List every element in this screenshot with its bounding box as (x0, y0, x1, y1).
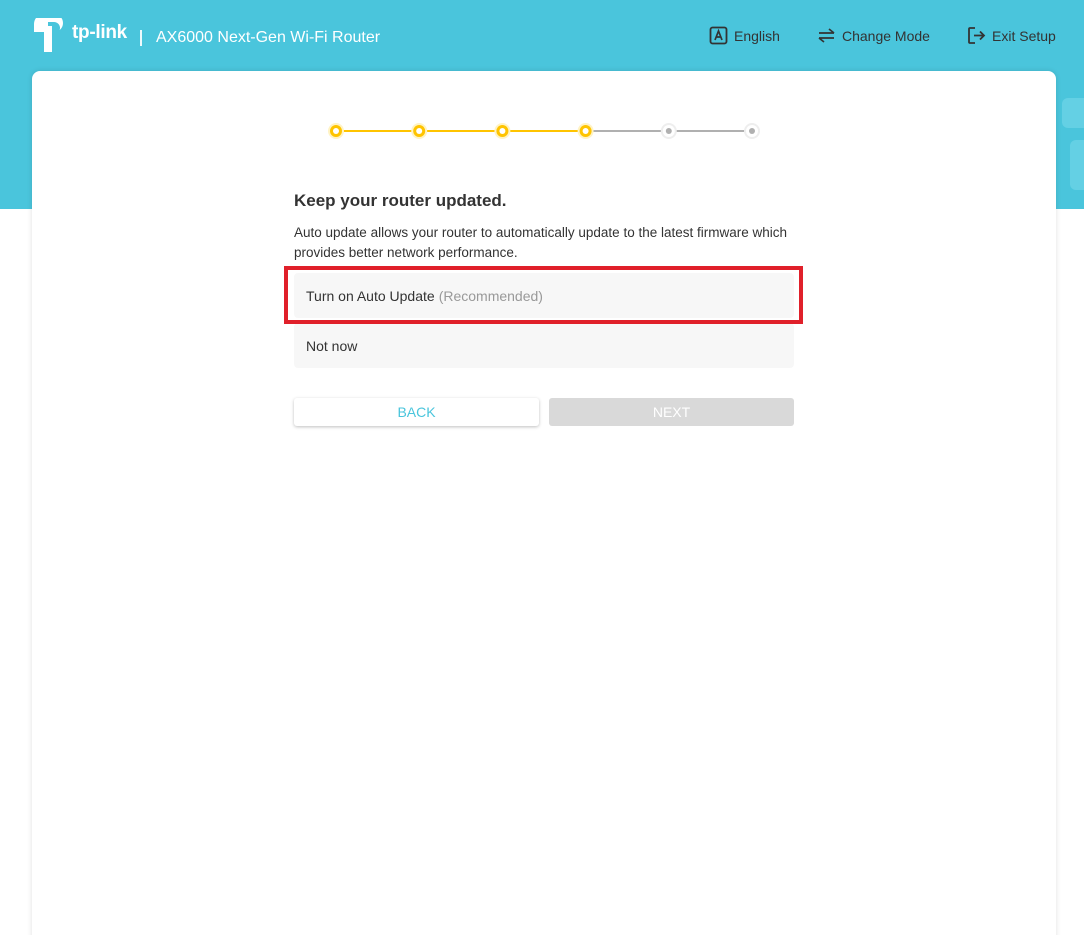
stepper-step-completed (328, 123, 344, 139)
stepper-step-pending (660, 123, 677, 139)
stepper-step-completed (411, 123, 428, 139)
option-not-now[interactable]: Not now (294, 323, 794, 368)
option-turn-on-auto-update[interactable]: Turn on Auto Update (Recommended) (294, 273, 794, 318)
stepper-step-completed (577, 123, 594, 139)
option-label: Turn on Auto Update (306, 287, 435, 304)
stepper-step-completed (494, 123, 511, 139)
option-label: Not now (306, 337, 358, 354)
next-button[interactable]: NEXT (549, 398, 794, 426)
stepper-dot (582, 128, 589, 134)
stepper-dot (499, 128, 506, 134)
option-recommended-note: (Recommended) (438, 287, 543, 304)
progress-stepper (328, 123, 760, 139)
back-button[interactable]: BACK (294, 398, 539, 426)
stepper-step-pending (744, 123, 760, 139)
stepper-dot (665, 128, 672, 134)
stepper-dot (333, 128, 339, 134)
stepper-dot (416, 128, 423, 134)
page-description: Auto update allows your router to automa… (294, 225, 788, 260)
setup-card (32, 71, 1056, 935)
stepper-dot (749, 128, 755, 134)
page-title: Keep your router updated. (294, 191, 507, 210)
